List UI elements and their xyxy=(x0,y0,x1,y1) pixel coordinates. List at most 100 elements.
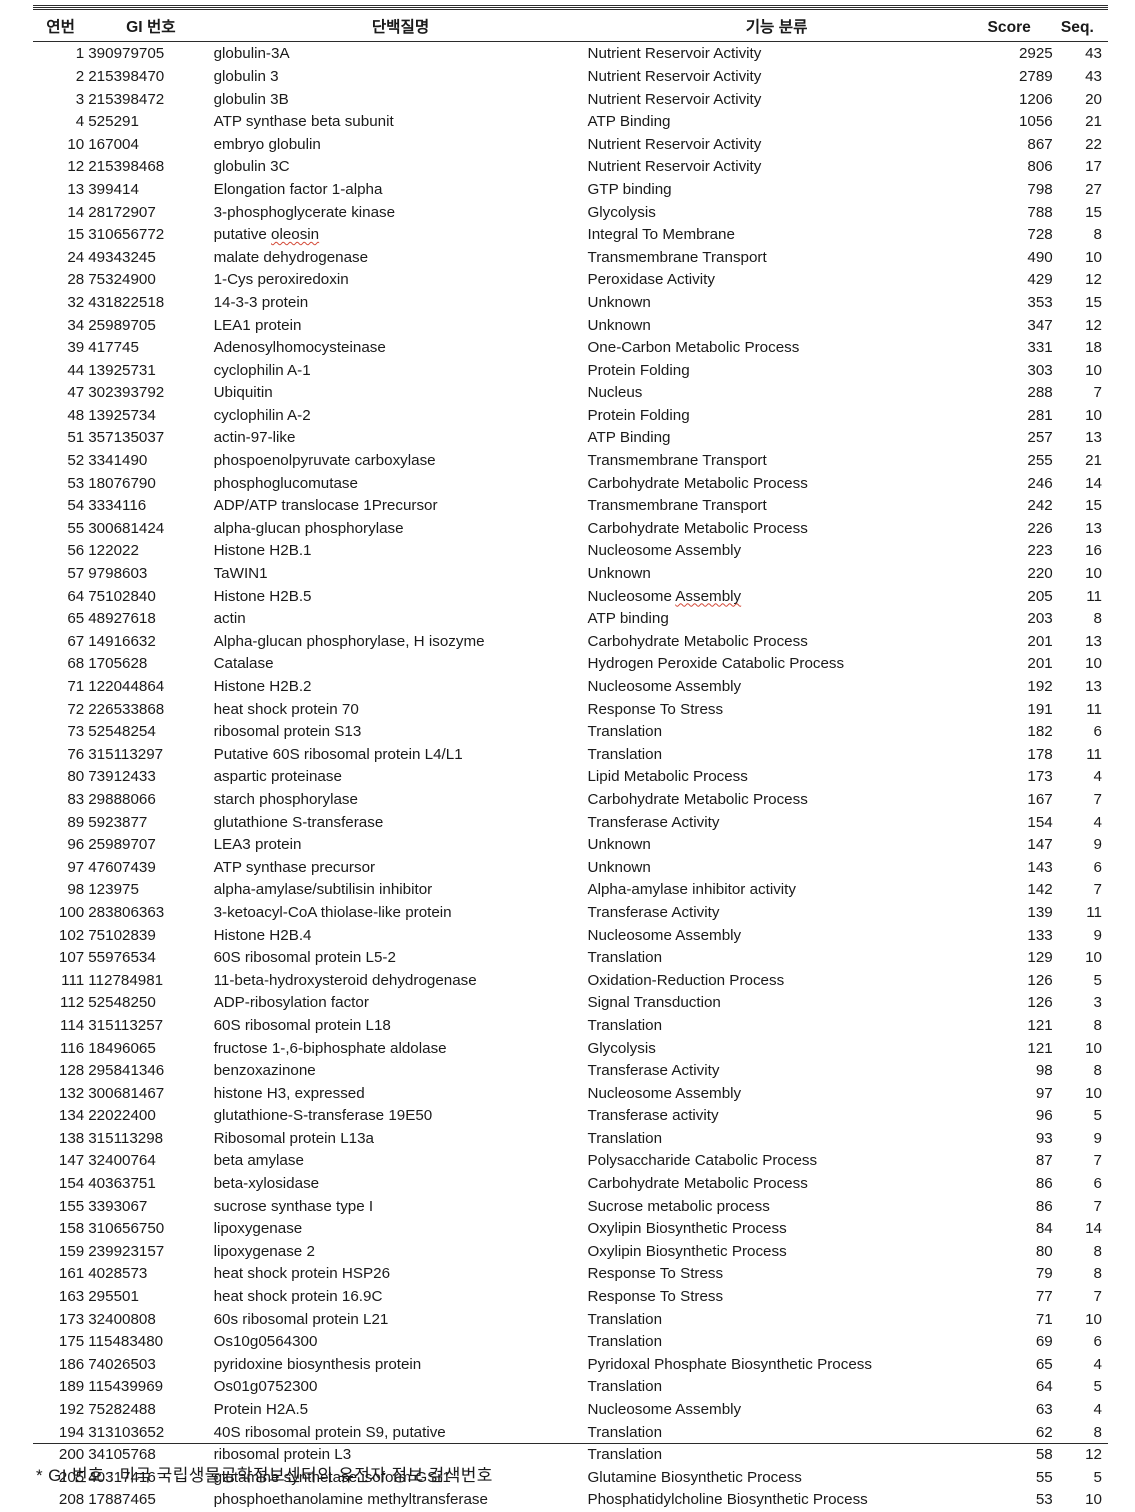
protein-identification-table: 연번 GI 번호 단백질명 기능 분류 Score Seq. 1 39097970… xyxy=(33,5,1108,1512)
cell-function: ATP Binding xyxy=(587,113,671,131)
table-row: 116 18496065 fructose 1-,6-biphosphate ald… xyxy=(33,1037,1108,1060)
cell-seq: 3 xyxy=(1093,994,1102,1012)
cell-function: Oxylipin Biosynthetic Process xyxy=(587,1242,787,1260)
cell-function: Oxidation-Reduction Process xyxy=(587,971,785,989)
cell-gi: 75102840 xyxy=(88,587,156,605)
cell-score: 126 xyxy=(1027,994,1053,1012)
cell-gi: 399414 xyxy=(88,180,139,198)
cell-gi: 73912433 xyxy=(88,768,156,786)
cell-score: 129 xyxy=(1027,949,1053,967)
cell-no: 53 xyxy=(67,474,85,492)
cell-gi: 74026503 xyxy=(88,1355,156,1373)
cell-score: 64 xyxy=(1035,1378,1053,1396)
cell-no: 132 xyxy=(58,1084,85,1102)
cell-seq: 9 xyxy=(1093,1129,1102,1147)
cell-protein: globulin 3 xyxy=(213,67,279,85)
cell-function: Response To Stress xyxy=(587,1265,724,1283)
cell-protein: lipoxygenase xyxy=(213,1220,303,1238)
cell-protein: sucrose synthase type I xyxy=(213,1197,374,1215)
cell-gi: 4028573 xyxy=(88,1265,148,1283)
cell-seq: 10 xyxy=(1085,1491,1102,1509)
cell-function: Translation xyxy=(587,1378,663,1396)
cell-score: 133 xyxy=(1027,926,1053,944)
cell-no: 128 xyxy=(58,1062,85,1080)
cell-no: 55 xyxy=(67,519,85,537)
cell-function: Transferase activity xyxy=(587,1107,719,1125)
cell-score: 728 xyxy=(1027,226,1053,244)
cell-seq: 13 xyxy=(1085,632,1102,650)
cell-seq: 7 xyxy=(1093,1197,1102,1215)
cell-gi: 3334116 xyxy=(88,497,147,515)
cell-gi: 25989705 xyxy=(88,316,156,334)
cell-score: 203 xyxy=(1027,610,1053,628)
cell-no: 194 xyxy=(58,1423,85,1441)
cell-score: 429 xyxy=(1027,271,1053,289)
cell-protein: LEA3 protein xyxy=(213,836,302,854)
cell-seq: 8 xyxy=(1093,1062,1102,1080)
cell-protein: beta amylase xyxy=(213,1152,304,1170)
cell-seq: 10 xyxy=(1085,565,1102,583)
cell-seq: 6 xyxy=(1093,723,1102,741)
cell-no: 155 xyxy=(58,1197,85,1215)
table-row: 112 52548250 ADP-ribosylation factor Signal… xyxy=(33,992,1108,1015)
cell-gi: 283806363 xyxy=(88,903,165,921)
cell-score: 97 xyxy=(1035,1084,1053,1102)
cell-seq: 8 xyxy=(1093,610,1102,628)
table-row: 138 315113298 Ribosomal protein L13a Transl… xyxy=(33,1128,1108,1151)
cell-protein: glutathione-S-transferase 19E50 xyxy=(213,1107,433,1125)
cell-score: 353 xyxy=(1027,293,1053,311)
cell-protein: fructose 1-,6-biphosphate aldolase xyxy=(213,1039,447,1057)
cell-function: Nucleosome Assembly xyxy=(587,587,742,605)
cell-no: 44 xyxy=(67,361,85,379)
cell-seq: 14 xyxy=(1085,474,1102,492)
cell-protein: heat shock protein HSP26 xyxy=(213,1265,391,1283)
cell-no: 111 xyxy=(61,971,85,989)
table-row: 39 417745 Adenosylhomocysteinase One-Carbon… xyxy=(33,337,1108,360)
cell-function: Translation xyxy=(587,1446,663,1464)
cell-function: Nucleus xyxy=(587,384,643,402)
cell-function: Transferase Activity xyxy=(587,1062,720,1080)
cell-gi: 313103652 xyxy=(88,1423,165,1441)
cell-gi: 295501 xyxy=(88,1288,139,1306)
cell-gi: 22022400 xyxy=(88,1107,156,1125)
cell-gi: 13925734 xyxy=(88,406,156,424)
cell-function: Unknown xyxy=(587,565,651,583)
column-header-gi: GI 번호 xyxy=(88,5,214,43)
cell-no: 28 xyxy=(67,271,85,289)
cell-protein: putative oleosin xyxy=(213,226,320,244)
cell-function: Glycolysis xyxy=(587,1039,656,1057)
cell-function: Nucleosome Assembly xyxy=(587,678,742,696)
cell-no: 12 xyxy=(67,158,85,176)
cell-gi: 29888066 xyxy=(88,790,156,808)
cell-score: 191 xyxy=(1027,700,1053,718)
table-row: 64 75102840 Histone H2B.5 Nucleosome Assemb… xyxy=(33,585,1108,608)
cell-score: 126 xyxy=(1027,971,1053,989)
cell-score: 53 xyxy=(1035,1491,1053,1509)
cell-score: 281 xyxy=(1027,406,1053,424)
cell-score: 798 xyxy=(1027,180,1053,198)
cell-function: Oxylipin Biosynthetic Process xyxy=(587,1220,787,1238)
table-row: 73 52548254 ribosomal protein S13 Translati… xyxy=(33,721,1108,744)
cell-seq: 12 xyxy=(1085,1446,1102,1464)
table-row: 175 115483480 Os10g0564300 Translation 69 6 xyxy=(33,1331,1108,1354)
cell-function: Hydrogen Peroxide Catabolic Process xyxy=(587,655,845,673)
table-row: 47 302393792 Ubiquitin Nucleus 288 7 xyxy=(33,382,1108,405)
cell-score: 288 xyxy=(1027,384,1053,402)
table-row: 132 300681467 histone H3, expressed Nucleos… xyxy=(33,1082,1108,1105)
cell-function: Nutrient Reservoir Activity xyxy=(587,135,762,153)
cell-seq: 10 xyxy=(1085,655,1102,673)
cell-score: 2789 xyxy=(1018,67,1053,85)
cell-seq: 20 xyxy=(1085,90,1102,108)
cell-protein: globulin-3A xyxy=(213,45,290,63)
cell-gi: 3341490 xyxy=(88,452,148,470)
cell-function: Response To Stress xyxy=(587,700,724,718)
table-row: 53 18076790 phosphoglucomutase Carbohydrate… xyxy=(33,472,1108,495)
cell-function: Translation xyxy=(587,1129,663,1147)
table-row: 147 32400764 beta amylase Polysaccharide Ca… xyxy=(33,1150,1108,1173)
cell-score: 205 xyxy=(1027,587,1053,605)
cell-protein: Histone H2B.2 xyxy=(213,678,312,696)
cell-no: 71 xyxy=(67,678,85,696)
cell-score: 255 xyxy=(1027,452,1053,470)
cell-protein: Elongation factor 1-alpha xyxy=(213,180,383,198)
table-row: 48 13925734 cyclophilin A-2 Protein Folding… xyxy=(33,405,1108,428)
